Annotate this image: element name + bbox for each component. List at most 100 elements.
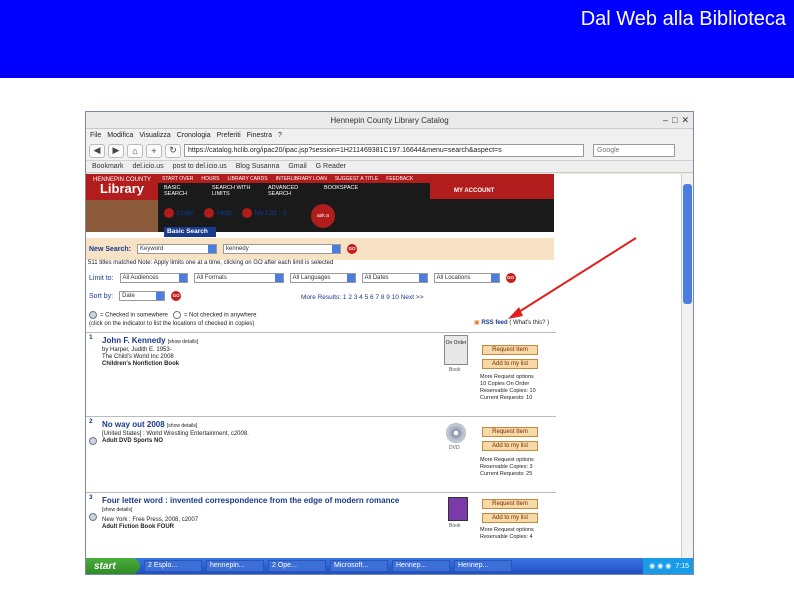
tab-bookspace[interactable]: BOOKSPACE bbox=[324, 185, 358, 201]
tab-search-limits[interactable]: SEARCH WITH LIMITS bbox=[212, 185, 254, 201]
search-input[interactable]: Google bbox=[593, 144, 675, 157]
menu-cronologia[interactable]: Cronologia bbox=[177, 132, 211, 139]
availability-info: More Request options Reservable Copies: … bbox=[480, 457, 534, 478]
start-button[interactable]: start bbox=[86, 558, 140, 574]
back-icon[interactable]: ◀ bbox=[89, 143, 105, 158]
sort-select[interactable]: Date bbox=[119, 291, 166, 301]
taskbar-item[interactable]: 2 Ope... bbox=[268, 560, 326, 572]
go-button[interactable]: GO bbox=[347, 244, 358, 254]
menu-file[interactable]: File bbox=[90, 132, 101, 139]
my-account-button[interactable]: MY ACCOUNT bbox=[430, 183, 554, 199]
link-feedback[interactable]: FEEDBACK bbox=[386, 176, 413, 182]
bookmarks-bar: Bookmark del.icio.us post to del.icio.us… bbox=[86, 161, 693, 173]
request-item-button[interactable]: Request Item bbox=[482, 345, 538, 355]
login-label: Login bbox=[177, 209, 195, 217]
minimize-icon[interactable]: – bbox=[663, 115, 668, 126]
more-request-options[interactable]: More Request options bbox=[480, 457, 534, 464]
availability-indicator[interactable] bbox=[89, 513, 97, 521]
show-details-link[interactable]: [show details] bbox=[102, 507, 132, 513]
clock: 7:15 bbox=[675, 562, 689, 570]
reservable-copies: Reservable Copies: 3 bbox=[480, 464, 533, 470]
tab-basic-search[interactable]: BASIC SEARCH bbox=[164, 185, 198, 201]
reservable-copies: Reservable Copies: 4 bbox=[480, 534, 533, 540]
login-link[interactable]: Login bbox=[164, 208, 194, 218]
availability-indicator[interactable] bbox=[89, 437, 97, 445]
format-label: DVD bbox=[449, 445, 460, 451]
bookmark-item[interactable]: del.icio.us bbox=[133, 163, 164, 170]
show-details-link[interactable]: [show details] bbox=[167, 423, 197, 429]
taskbar-item[interactable]: Hennep... bbox=[454, 560, 512, 572]
search-type-select[interactable]: Keyword bbox=[137, 244, 218, 254]
availability-legend: = Checked in somewhere = Not checked in … bbox=[89, 311, 256, 328]
menu-finestra[interactable]: Finestra bbox=[247, 132, 272, 139]
taskbar-item[interactable]: 2 Esplo... bbox=[144, 560, 202, 572]
tab-advanced-search[interactable]: ADVANCED SEARCH bbox=[268, 185, 310, 201]
link-start-over[interactable]: START OVER bbox=[162, 176, 193, 182]
maximize-icon[interactable]: □ bbox=[672, 115, 677, 126]
date-select[interactable]: All Dates bbox=[361, 273, 428, 283]
link-hours[interactable]: HOURS bbox=[201, 176, 219, 182]
home-icon[interactable]: ⌂ bbox=[127, 143, 143, 158]
page-scrollbar[interactable] bbox=[681, 174, 693, 560]
request-item-button[interactable]: Request Item bbox=[482, 499, 538, 509]
ask-librarian-button[interactable]: ask a librarian bbox=[311, 204, 335, 243]
user-links: Login Help My List - 0 bbox=[164, 208, 287, 218]
result-publisher: [United States] : World Wrestling Entert… bbox=[102, 431, 249, 437]
format-select[interactable]: All Formats bbox=[193, 273, 284, 283]
scrollbar-thumb[interactable] bbox=[683, 184, 692, 304]
result-author: by Harper, Judith E. 1953- bbox=[102, 347, 172, 353]
add-to-list-button[interactable]: Add to my list bbox=[482, 513, 538, 523]
menu-preferiti[interactable]: Preferiti bbox=[217, 132, 241, 139]
taskbar-item[interactable]: Hennep... bbox=[392, 560, 450, 572]
rss-help-link[interactable]: ( What's this? ) bbox=[509, 320, 549, 326]
bookmark-item[interactable]: post to del.icio.us bbox=[173, 163, 227, 170]
audience-select[interactable]: All Audiences bbox=[119, 273, 188, 283]
new-tab-icon[interactable]: + bbox=[146, 143, 162, 158]
show-details-link[interactable]: [show details] bbox=[168, 339, 198, 345]
request-item-button[interactable]: Request Item bbox=[482, 427, 538, 437]
result-title-text[interactable]: Four letter word : invented corresponden… bbox=[102, 496, 399, 505]
pagination[interactable]: More Results: 1 2 3 4 5 6 7 8 9 10 Next … bbox=[301, 294, 424, 301]
bookmark-item[interactable]: Bookmark bbox=[92, 163, 124, 170]
menu-modifica[interactable]: Modifica bbox=[107, 132, 133, 139]
bookmark-item[interactable]: Blog Susanna bbox=[236, 163, 280, 170]
rss-feed: ▣ RSS feed ( What's this? ) bbox=[474, 319, 549, 326]
taskbar-item[interactable]: Microsoft... bbox=[330, 560, 388, 572]
menu-help[interactable]: ? bbox=[278, 132, 282, 139]
link-suggest-title[interactable]: SUGGEST A TITLE bbox=[335, 176, 378, 182]
sort-go-button[interactable]: GO bbox=[171, 291, 182, 301]
new-search-label: New Search: bbox=[89, 245, 132, 253]
help-link[interactable]: Help bbox=[204, 208, 232, 218]
limit-go-button[interactable]: GO bbox=[505, 273, 516, 283]
tray-icon[interactable]: ◉ ◉ ◉ bbox=[649, 562, 671, 570]
result-number: 2 bbox=[89, 418, 93, 425]
link-library-cards[interactable]: LIBRARY CARDS bbox=[227, 176, 267, 182]
menu-visualizza[interactable]: Visualizza bbox=[139, 132, 170, 139]
result-title[interactable]: Four letter word : invented corresponden… bbox=[102, 497, 412, 514]
slide-title: Dal Web alla Biblioteca bbox=[580, 8, 786, 30]
rss-link[interactable]: RSS feed bbox=[481, 320, 507, 326]
bookmark-item[interactable]: Gmail bbox=[288, 163, 306, 170]
link-interlibrary-loan[interactable]: INTERLIBRARY LOAN bbox=[276, 176, 327, 182]
result-title[interactable]: John F. Kennedy [show details] bbox=[102, 337, 412, 346]
url-field[interactable]: https://catalog.hclib.org/ipac20/ipac.js… bbox=[184, 144, 584, 157]
more-request-options[interactable]: More Request options bbox=[480, 527, 534, 534]
result-title-text[interactable]: No way out 2008 bbox=[102, 420, 165, 429]
location-select[interactable]: All Locations bbox=[433, 273, 500, 283]
copies-info: 10 Copies On Order bbox=[480, 381, 530, 387]
result-title-text[interactable]: John F. Kennedy bbox=[102, 336, 166, 345]
bookmark-item[interactable]: G Reader bbox=[316, 163, 346, 170]
close-icon[interactable]: ✕ bbox=[681, 115, 689, 126]
reload-icon[interactable]: ↻ bbox=[165, 143, 181, 158]
result-collection: Adult Fiction Book FOUR bbox=[102, 524, 174, 530]
legend-not-checked-in: = Not checked in anywhere bbox=[183, 312, 257, 319]
add-to-list-button[interactable]: Add to my list bbox=[482, 441, 538, 451]
result-title[interactable]: No way out 2008 [show details] bbox=[102, 421, 412, 430]
more-request-options[interactable]: More Request options bbox=[480, 374, 536, 381]
language-select[interactable]: All Languages bbox=[289, 273, 356, 283]
forward-icon[interactable]: ▶ bbox=[108, 143, 124, 158]
add-to-list-button[interactable]: Add to my list bbox=[482, 359, 538, 369]
search-input[interactable]: kennedy bbox=[223, 244, 342, 254]
mylist-link[interactable]: My List - 0 bbox=[241, 208, 287, 218]
taskbar-item[interactable]: hennepin... bbox=[206, 560, 264, 572]
